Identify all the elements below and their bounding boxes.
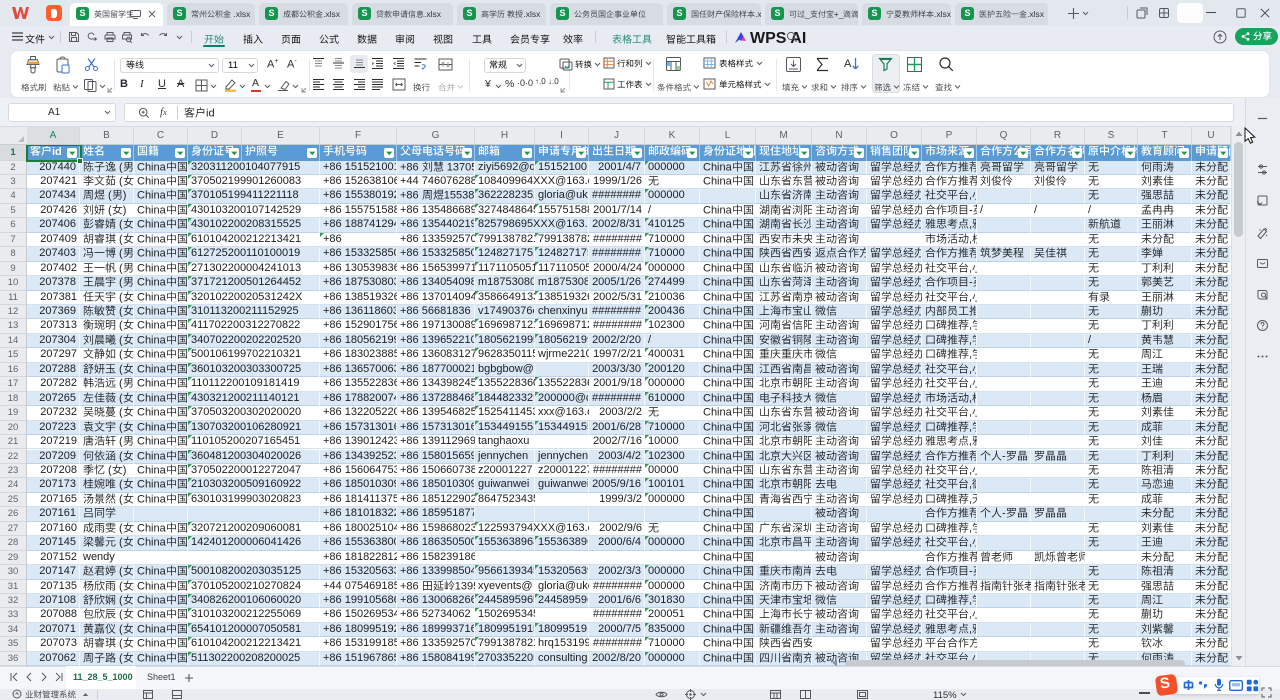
svg-text:A: A	[844, 58, 852, 70]
